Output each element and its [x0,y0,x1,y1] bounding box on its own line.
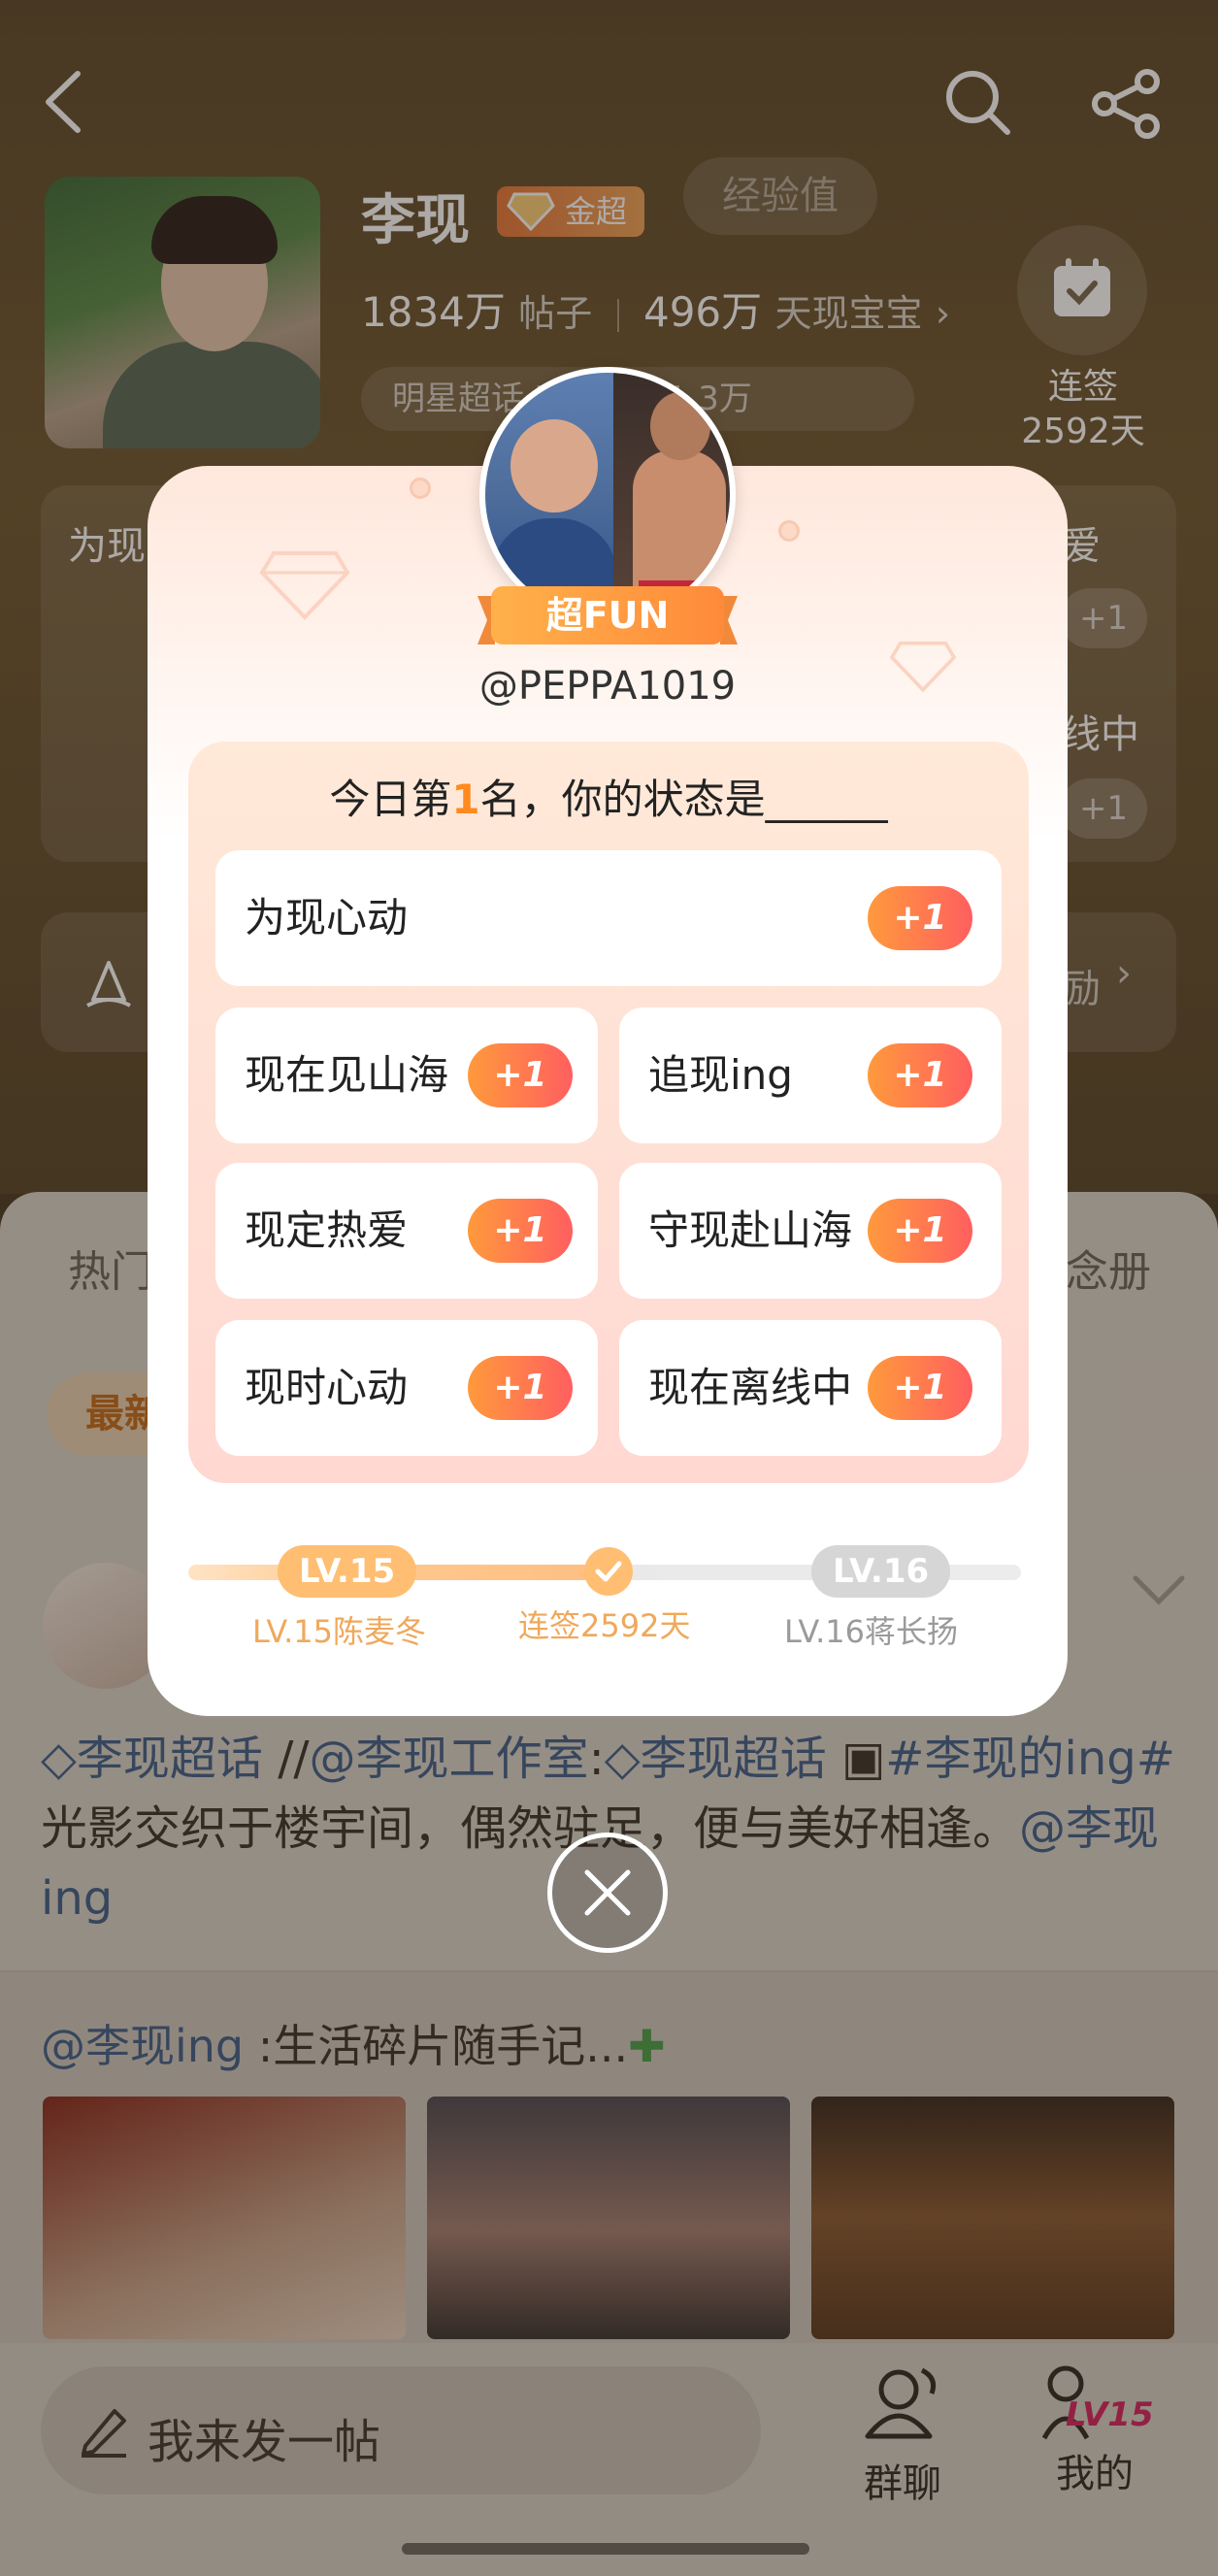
decoration-dot [778,520,800,542]
diamond-decoration-icon [259,551,350,620]
close-modal-button[interactable] [547,1833,668,1953]
state-option[interactable]: 现在见山海 +1 [215,1007,598,1143]
option-label: 现在见山海 [245,1051,449,1099]
option-label: 为现心动 [245,894,409,941]
state-title: 今日第1名，你的状态是______ [188,767,1029,826]
fan-handle: @PEPPA1019 [478,664,737,709]
close-icon [584,1869,631,1916]
state-option[interactable]: 守现赴山海 +1 [619,1163,1002,1299]
plus-one-button[interactable]: +1 [868,1043,972,1107]
level-current-badge: LV.15 [278,1545,417,1598]
level-current-caption: LV.15陈麦冬 [252,1613,426,1650]
option-label: 追现ing [648,1051,793,1099]
level-next-badge: LV.16 [811,1545,951,1598]
title-suffix: 名，你的状态是______ [479,776,888,823]
state-option[interactable]: 现在离线中 +1 [619,1320,1002,1456]
super-fun-badge: 超FUN [545,594,670,637]
streak-check-icon [584,1547,633,1596]
plus-one-button[interactable]: +1 [468,1043,573,1107]
streak-caption: 连签2592天 [518,1607,691,1644]
option-label: 守现赴山海 [648,1206,853,1254]
state-option[interactable]: 追现ing +1 [619,1007,1002,1143]
state-option[interactable]: 为现心动 +1 [215,850,1002,986]
title-rank: 1 [451,776,480,823]
fan-avatar[interactable] [479,367,736,623]
plus-one-button[interactable]: +1 [468,1356,573,1420]
option-label: 现在离线中 [648,1364,853,1411]
plus-one-button[interactable]: +1 [868,1199,972,1263]
option-label: 现时心动 [245,1364,409,1411]
decoration-dot [410,478,431,499]
plus-one-button[interactable]: +1 [868,1356,972,1420]
state-option[interactable]: 现时心动 +1 [215,1320,598,1456]
state-option[interactable]: 现定热爱 +1 [215,1163,598,1299]
plus-one-button[interactable]: +1 [468,1199,573,1263]
plus-one-button[interactable]: +1 [868,886,972,950]
level-next-caption: LV.16蒋长扬 [784,1613,958,1650]
title-prefix: 今日第 [329,776,452,823]
option-label: 现定热爱 [245,1206,409,1254]
